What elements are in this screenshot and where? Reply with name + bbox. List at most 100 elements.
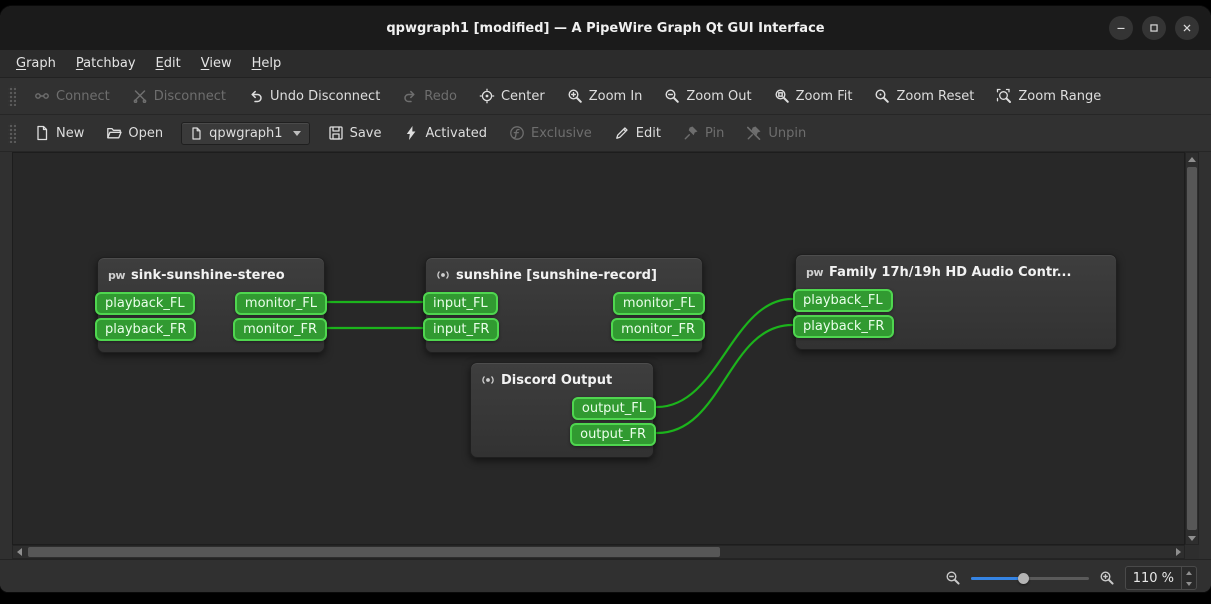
- pin-button[interactable]: Pin: [673, 121, 734, 145]
- node-title: pw sink-sunshine-stereo: [108, 267, 285, 283]
- zoom-out-icon: [664, 88, 680, 104]
- zoom-range-button[interactable]: Zoom Range: [986, 84, 1111, 108]
- save-icon: [328, 125, 344, 141]
- close-icon: [1183, 24, 1191, 32]
- zoom-out-button[interactable]: Zoom Out: [654, 84, 761, 108]
- unpin-button[interactable]: Unpin: [736, 121, 816, 145]
- zoom-spin-down[interactable]: [1182, 578, 1196, 589]
- titlebar: qpwgraph1 [modified] — A PipeWire Graph …: [0, 6, 1211, 50]
- zoom-spinbox[interactable]: 110 %: [1124, 566, 1197, 590]
- pipewire-icon: pw: [108, 268, 126, 282]
- toolbar-grip[interactable]: [8, 123, 16, 143]
- chevron-down-icon: [292, 130, 301, 136]
- window-controls: [1109, 6, 1199, 50]
- exclusive-toggle[interactable]: Exclusive: [499, 121, 602, 145]
- node-sink-sunshine-stereo[interactable]: pw sink-sunshine-stereo playback_FL moni…: [95, 257, 327, 353]
- zoom-reset-button[interactable]: Zoom Reset: [864, 84, 984, 108]
- menubar: Graph Patchbay Edit View Help: [0, 50, 1211, 78]
- center-icon: [479, 88, 495, 104]
- center-button[interactable]: Center: [469, 84, 555, 108]
- disconnect-icon: [132, 88, 148, 104]
- save-button[interactable]: Save: [318, 121, 392, 145]
- exclusive-icon: [509, 125, 525, 141]
- redo-button[interactable]: Redo: [392, 84, 467, 108]
- port[interactable]: monitor_FL: [234, 291, 327, 315]
- zoom-reset-icon: [874, 88, 890, 104]
- horizontal-scrollbar[interactable]: [12, 545, 1185, 559]
- graph-canvas[interactable]: pw sink-sunshine-stereo playback_FL moni…: [12, 152, 1185, 545]
- zoom-value[interactable]: 110 %: [1126, 567, 1181, 589]
- node-title: pw Family 17h/19h HD Audio Contr...: [806, 264, 1072, 280]
- node-sunshine[interactable]: sunshine [sunshine-record] input_FL moni…: [423, 257, 705, 353]
- statusbar: 110 %: [0, 559, 1211, 592]
- speaker-icon: [436, 268, 450, 282]
- edit-toggle[interactable]: Edit: [604, 121, 671, 145]
- undo-disconnect-button[interactable]: Undo Disconnect: [238, 84, 390, 108]
- horizontal-scroll-handle[interactable]: [28, 547, 720, 557]
- pin-icon: [683, 125, 699, 141]
- unpin-icon: [746, 125, 762, 141]
- zoom-fit-button[interactable]: Zoom Fit: [764, 84, 863, 108]
- scroll-down-arrow[interactable]: [1186, 532, 1198, 544]
- zoom-slider-handle[interactable]: [1017, 573, 1029, 584]
- app-window: qpwgraph1 [modified] — A PipeWire Graph …: [0, 6, 1211, 592]
- connect-button[interactable]: Connect: [24, 84, 120, 108]
- node-discord-output[interactable]: Discord Output output_FL output_FR: [470, 362, 656, 458]
- node-title: Discord Output: [471, 369, 653, 391]
- zoom-spin-up[interactable]: [1182, 567, 1196, 578]
- port[interactable]: playback_FR: [95, 317, 197, 341]
- scrollbar-corner: [1185, 545, 1199, 559]
- port[interactable]: monitor_FL: [612, 291, 705, 315]
- connect-icon: [34, 88, 50, 104]
- open-button[interactable]: Open: [96, 121, 173, 145]
- zoom-in-icon: [567, 88, 583, 104]
- port[interactable]: input_FR: [423, 317, 500, 341]
- zoom-in-button[interactable]: Zoom In: [557, 84, 653, 108]
- minimize-button[interactable]: [1109, 16, 1133, 40]
- graph-view: pw sink-sunshine-stereo playback_FL moni…: [12, 152, 1199, 559]
- port[interactable]: playback_FR: [793, 314, 895, 338]
- pipewire-icon: pw: [806, 265, 824, 279]
- menu-help[interactable]: Help: [242, 50, 292, 77]
- zoom-range-icon: [996, 88, 1012, 104]
- zoom-fit-icon: [774, 88, 790, 104]
- menu-view[interactable]: View: [191, 50, 242, 77]
- port[interactable]: playback_FL: [793, 288, 893, 312]
- port[interactable]: playback_FL: [95, 291, 195, 315]
- toolbar-graph: Connect Disconnect Undo Disconnect Redo …: [0, 78, 1211, 115]
- maximize-button[interactable]: [1142, 16, 1166, 40]
- patchbay-file-icon: [190, 126, 203, 140]
- scroll-right-arrow[interactable]: [1172, 546, 1184, 558]
- patchbay-combo-value: qpwgraph1: [209, 125, 283, 141]
- maximize-icon: [1150, 24, 1158, 32]
- scroll-left-arrow[interactable]: [13, 546, 25, 558]
- zoom-in-mini-icon[interactable]: [1099, 570, 1115, 586]
- port[interactable]: monitor_FR: [611, 317, 705, 341]
- node-family-hd-audio[interactable]: pw Family 17h/19h HD Audio Contr... play…: [793, 254, 1117, 350]
- menu-edit[interactable]: Edit: [146, 50, 191, 77]
- port[interactable]: output_FL: [571, 396, 656, 420]
- menu-graph[interactable]: Graph: [6, 50, 66, 77]
- patchbay-combo[interactable]: qpwgraph1: [181, 121, 310, 145]
- toolbar-grip[interactable]: [8, 86, 16, 106]
- disconnect-button[interactable]: Disconnect: [122, 84, 236, 108]
- zoom-spin-buttons: [1181, 567, 1196, 589]
- menu-patchbay[interactable]: Patchbay: [66, 50, 146, 77]
- vertical-scroll-handle[interactable]: [1187, 167, 1197, 530]
- vertical-scrollbar[interactable]: [1185, 152, 1199, 545]
- zoom-slider-fill: [970, 577, 1023, 580]
- activated-toggle[interactable]: Activated: [393, 121, 497, 145]
- new-file-icon: [34, 125, 50, 141]
- undo-icon: [248, 88, 264, 104]
- scroll-up-arrow[interactable]: [1186, 153, 1198, 165]
- zoom-out-mini-icon[interactable]: [945, 570, 961, 586]
- new-button[interactable]: New: [24, 121, 94, 145]
- port[interactable]: monitor_FR: [233, 317, 327, 341]
- lightning-icon: [403, 125, 419, 141]
- zoom-slider[interactable]: [970, 571, 1089, 585]
- port[interactable]: input_FL: [423, 291, 498, 315]
- speaker-icon: [481, 373, 495, 387]
- close-button[interactable]: [1175, 16, 1199, 40]
- pencil-icon: [614, 125, 630, 141]
- port[interactable]: output_FR: [570, 422, 656, 446]
